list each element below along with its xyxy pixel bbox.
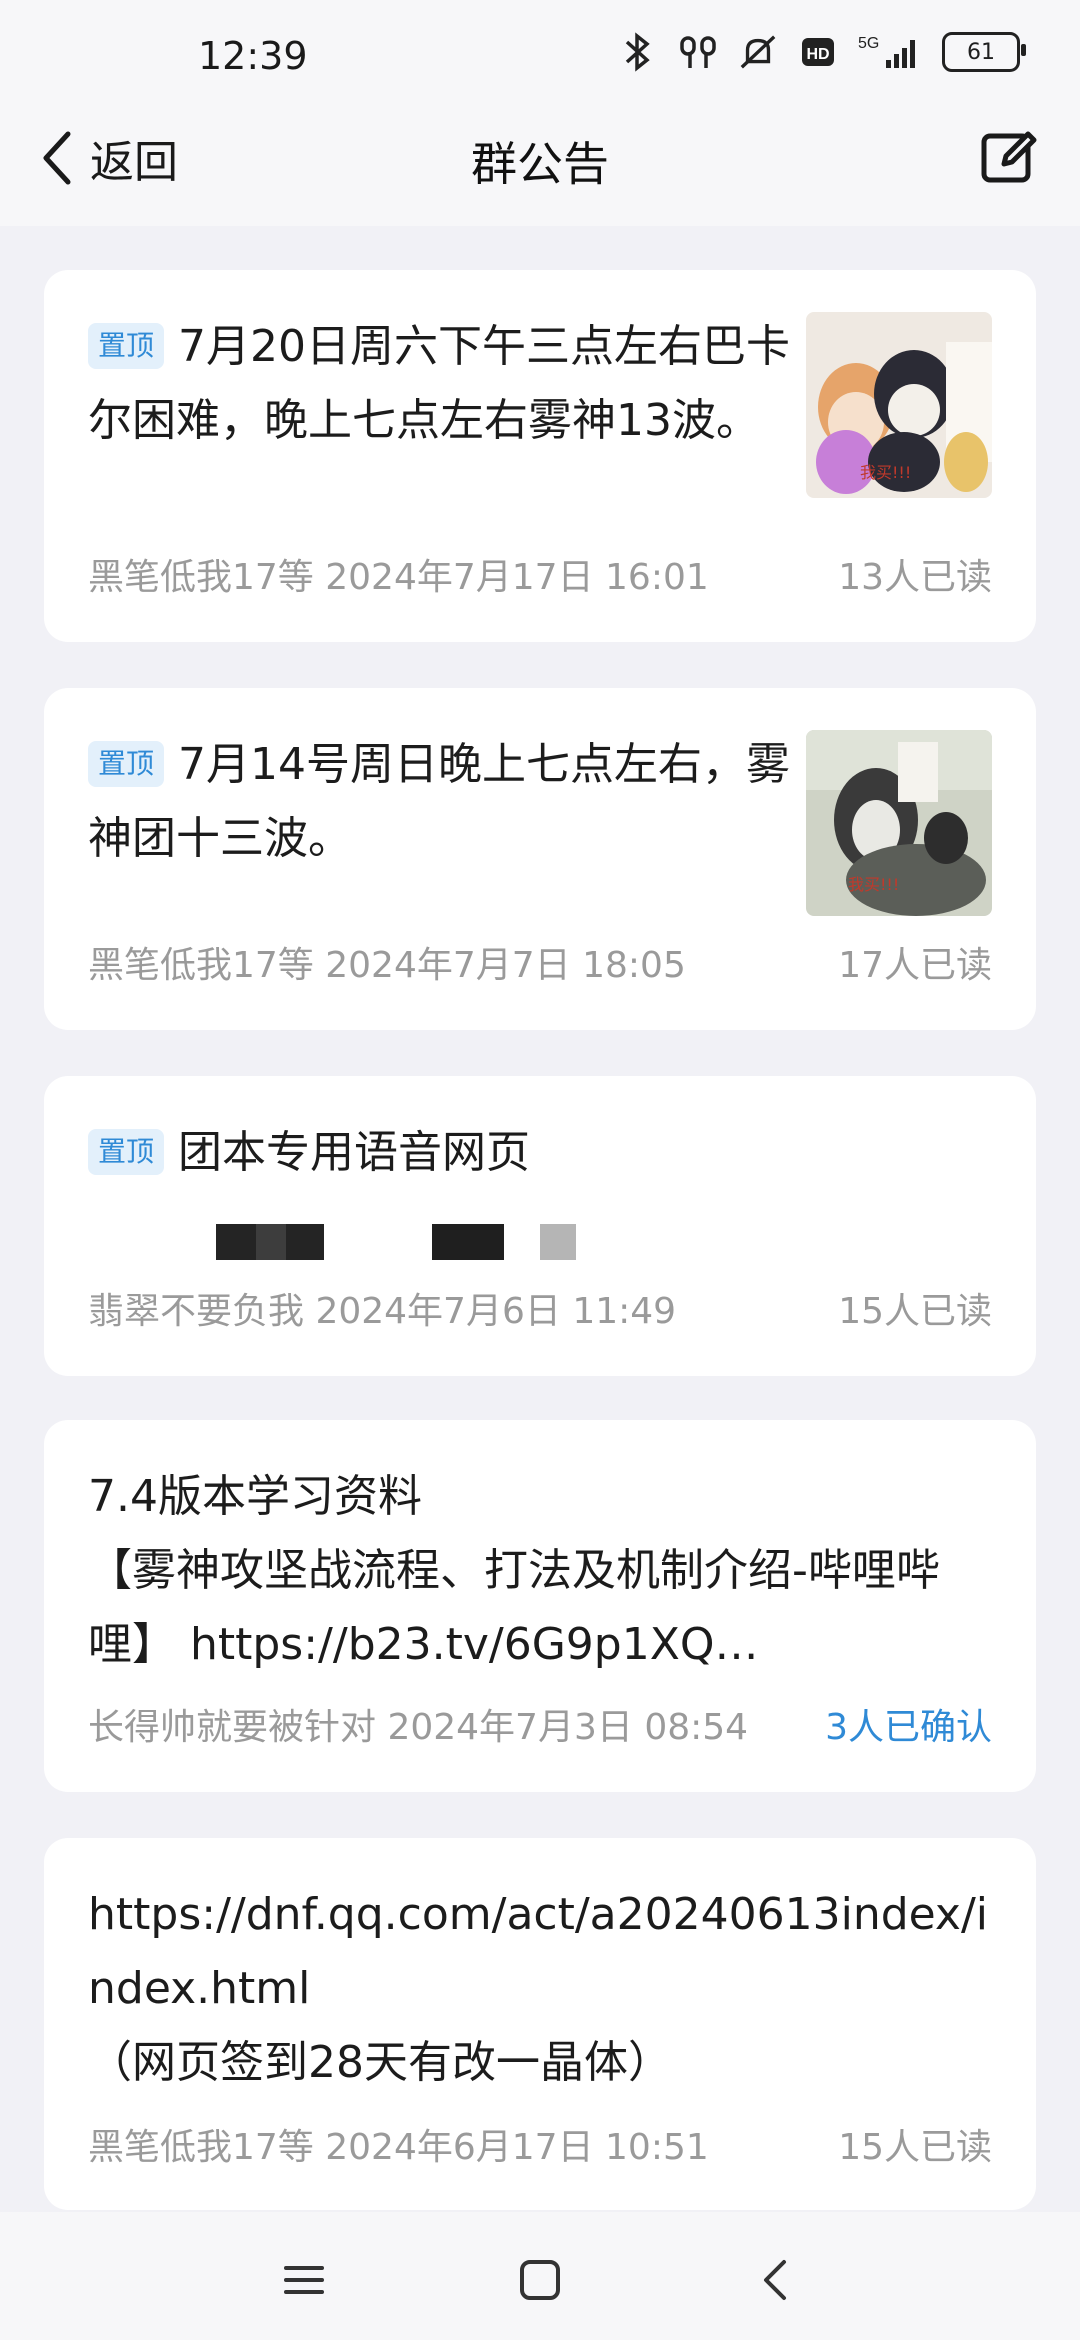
svg-text:5G: 5G xyxy=(858,35,879,52)
announcement-link-text[interactable]: 【雾神攻坚战流程、打法及机制介绍-哔哩哔哩】 https://b23.tv/6G… xyxy=(88,1534,992,1682)
author-date: 长得帅就要被针对 2024年7月3日 08:54 xyxy=(88,1707,749,1748)
announcement-text: 7月14号周日晚上七点左右，雾神团十三波。 xyxy=(88,739,790,864)
read-count[interactable]: 13人已读 xyxy=(838,548,992,600)
back-nav-icon[interactable] xyxy=(752,2256,800,2304)
header: 返回 群公告 xyxy=(0,88,1080,226)
author-date: 黑笔低我17等 2024年7月17日 16:01 xyxy=(88,557,709,598)
svg-text:我买!!!: 我买!!! xyxy=(860,463,911,482)
redacted-block xyxy=(256,1224,286,1260)
announcement-meta: 黑笔低我17等 2024年7月17日 16:01 13人已读 xyxy=(88,548,992,600)
earbuds-icon xyxy=(678,32,718,72)
author-date: 黑笔低我17等 2024年7月7日 18:05 xyxy=(88,945,686,986)
announcement-thumbnail[interactable]: 我买!!! xyxy=(806,730,992,916)
read-count[interactable]: 17人已读 xyxy=(838,936,992,988)
announcement-text: （网页签到28天有改一晶体） xyxy=(88,2037,672,2088)
read-count[interactable]: 15人已读 xyxy=(838,2118,992,2170)
read-count[interactable]: 15人已读 xyxy=(838,1282,992,1334)
announcement-title: 7.4版本学习资料 xyxy=(88,1471,422,1522)
battery-icon: 61 xyxy=(942,32,1026,72)
announcement-meta: 黑笔低我17等 2024年7月7日 18:05 17人已读 xyxy=(88,936,992,988)
hd-icon: HD xyxy=(798,32,838,72)
announcement-thumbnail[interactable]: 我买!!! xyxy=(806,312,992,498)
status-bar: 12:39 HD 5G 61 xyxy=(0,0,1080,88)
bluetooth-icon xyxy=(618,32,658,72)
author-date: 黑笔低我17等 2024年6月17日 10:51 xyxy=(88,2127,709,2168)
announcement-card[interactable]: 置顶 7月20日周六下午三点左右巴卡尔困难，晚上七点左右雾神13波。 我买!!! … xyxy=(44,270,1036,642)
page-title: 群公告 xyxy=(471,137,609,191)
pinned-badge: 置顶 xyxy=(88,741,165,787)
status-time: 12:39 xyxy=(198,34,308,78)
announcement-card[interactable]: 7.4版本学习资料 【雾神攻坚战流程、打法及机制介绍-哔哩哔哩】 https:/… xyxy=(44,1420,1036,1792)
svg-text:HD: HD xyxy=(806,46,829,63)
announcement-text: 团本专用语音网页 xyxy=(178,1127,531,1178)
mute-bell-icon xyxy=(738,32,778,72)
edit-icon[interactable] xyxy=(978,126,1040,188)
announcement-text: 7月20日周六下午三点左右巴卡尔困难，晚上七点左右雾神13波。 xyxy=(88,321,790,446)
announcement-text-block: 7.4版本学习资料 【雾神攻坚战流程、打法及机制介绍-哔哩哔哩】 https:/… xyxy=(88,1460,992,1682)
announcement-text-block: 置顶 团本专用语音网页 xyxy=(88,1116,992,1190)
redacted-block xyxy=(432,1224,504,1260)
battery-level: 61 xyxy=(967,39,995,65)
announcement-text-block: 置顶 7月20日周六下午三点左右巴卡尔困难，晚上七点左右雾神13波。 xyxy=(88,310,832,458)
announcement-text-block: 置顶 7月14号周日晚上七点左右，雾神团十三波。 xyxy=(88,728,832,876)
menu-icon[interactable] xyxy=(280,2256,328,2304)
confirm-count[interactable]: 3人已确认 xyxy=(825,1698,992,1750)
pinned-badge: 置顶 xyxy=(88,1129,165,1175)
announcement-card[interactable]: 置顶 团本专用语音网页 翡翠不要负我 2024年7月6日 11:49 15人已读 xyxy=(44,1076,1036,1376)
announcement-link-text[interactable]: https://dnf.qq.com/act/a20240613index/in… xyxy=(88,1878,992,2026)
home-icon[interactable] xyxy=(516,2256,564,2304)
announcement-meta: 黑笔低我17等 2024年6月17日 10:51 15人已读 xyxy=(88,2118,992,2170)
announcement-card[interactable]: https://dnf.qq.com/act/a20240613index/in… xyxy=(44,1838,1036,2210)
signal-5g-icon: 5G xyxy=(858,32,922,72)
system-nav-bar xyxy=(0,2212,1080,2340)
announcement-text-block: https://dnf.qq.com/act/a20240613index/in… xyxy=(88,1878,992,2100)
announcement-meta: 长得帅就要被针对 2024年7月3日 08:54 3人已确认 xyxy=(88,1698,992,1750)
redacted-block xyxy=(540,1224,576,1260)
status-icons: HD 5G 61 xyxy=(618,30,1026,74)
pinned-badge: 置顶 xyxy=(88,323,165,369)
svg-text:我买!!!: 我买!!! xyxy=(848,875,899,894)
announcement-meta: 翡翠不要负我 2024年7月6日 11:49 15人已读 xyxy=(88,1282,992,1334)
announcement-card[interactable]: 置顶 7月14号周日晚上七点左右，雾神团十三波。 我买!!! 黑笔低我17等 20… xyxy=(44,688,1036,1030)
author-date: 翡翠不要负我 2024年7月6日 11:49 xyxy=(88,1291,677,1332)
